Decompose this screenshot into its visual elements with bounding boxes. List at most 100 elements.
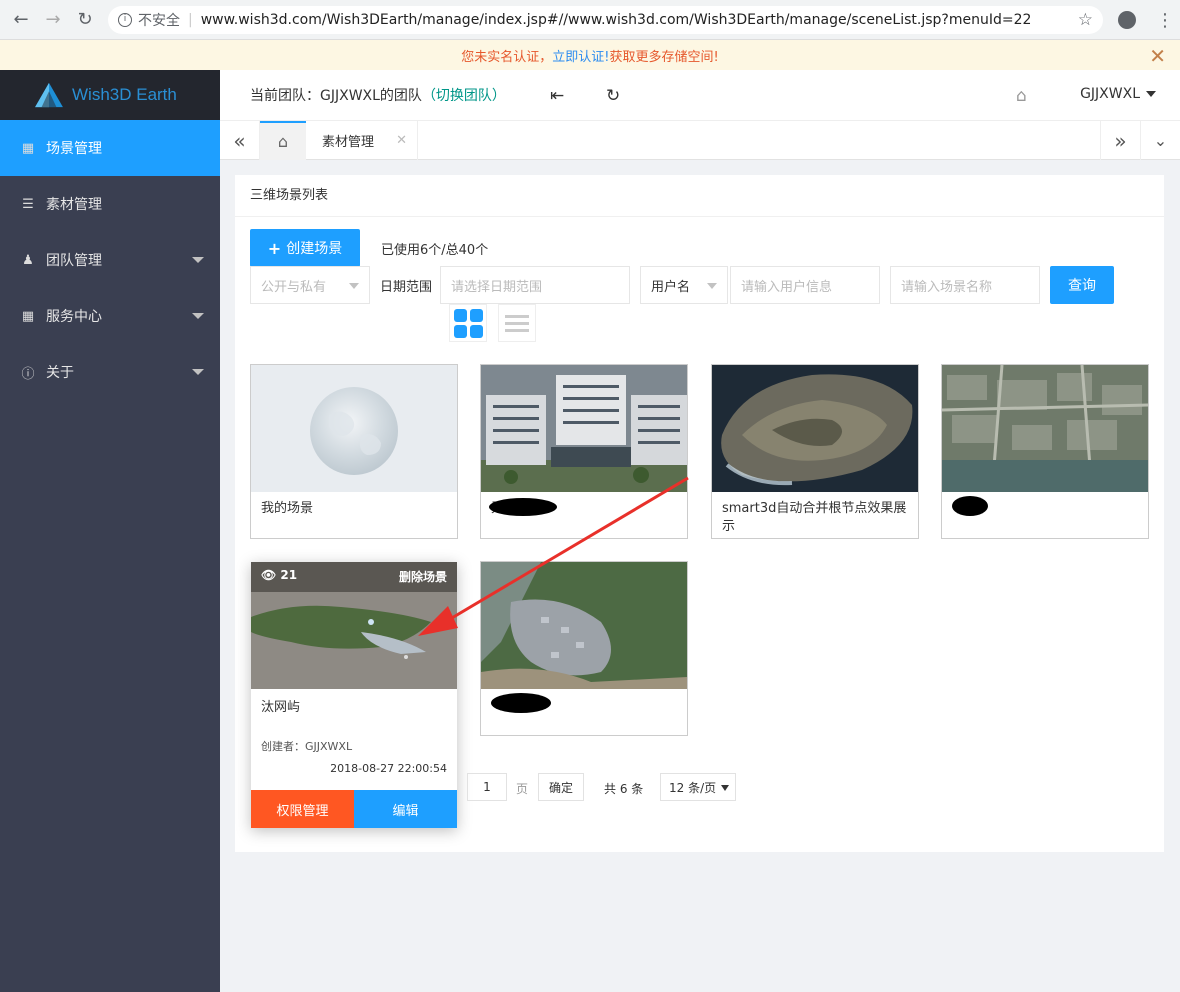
scene-name-input[interactable]: 请输入场景名称 (890, 266, 1040, 304)
address-bar[interactable]: i 不安全 | www.wish3d.com/Wish3DEarth/manag… (108, 6, 1103, 34)
date-range-placeholder: 请选择日期范围 (451, 279, 543, 295)
date-range-input[interactable]: 请选择日期范围 (440, 266, 630, 304)
permission-button[interactable]: 权限管理 (251, 790, 354, 828)
user-menu[interactable]: GJJXWXL (1080, 86, 1156, 102)
scene-card[interactable]: 无隐 (480, 364, 688, 539)
logo[interactable]: Wish3D Earth (0, 70, 220, 120)
scene-card[interactable]: 我的场景 (250, 364, 458, 539)
separator: | (188, 12, 193, 28)
verify-link[interactable]: 立即认证! (552, 46, 609, 65)
delete-scene-link[interactable]: 删除场景 (399, 568, 447, 585)
scene-name: 无隐 (481, 492, 687, 526)
visibility-select[interactable]: 公开与私有 (250, 266, 370, 304)
list-view-icon[interactable] (498, 304, 536, 342)
tab-label: 素材管理 (322, 135, 375, 150)
sidebar-item-service-center[interactable]: ▦ 服务中心 (0, 288, 220, 344)
scene-name (942, 492, 1148, 516)
forward-icon[interactable]: → (40, 7, 66, 33)
username: GJJXWXL (1080, 86, 1140, 102)
users-icon: ♟ (22, 252, 34, 268)
usage-text: 已使用6个/总40个 (381, 243, 489, 258)
info-icon: ⓘ (21, 366, 35, 382)
sidebar-item-label: 场景管理 (46, 141, 102, 157)
scroll-left-icon[interactable]: « (220, 121, 260, 160)
scene-thumbnail (942, 365, 1148, 493)
user-info-placeholder: 请输入用户信息 (741, 279, 833, 295)
scene-name (481, 689, 687, 713)
island-image (712, 365, 918, 492)
bookmark-star-icon[interactable]: ☆ (1078, 10, 1093, 30)
page-unit: 页 (516, 782, 529, 796)
security-label: 不安全 (138, 13, 180, 29)
tab-material-management[interactable]: 素材管理 ✕ (306, 121, 418, 160)
user-field-select[interactable]: 用户名 (640, 266, 728, 304)
chevron-down-icon (192, 257, 204, 263)
sidebar-item-label: 关于 (46, 365, 74, 381)
sidebar-item-team-management[interactable]: ♟ 团队管理 (0, 232, 220, 288)
url-text[interactable]: www.wish3d.com/Wish3DEarth/manage/index.… (201, 12, 1032, 28)
scene-card[interactable] (480, 561, 688, 736)
page-size-select[interactable]: 12 条/页 (660, 773, 736, 801)
profile-icon[interactable] (1118, 11, 1136, 29)
info-icon[interactable]: i (118, 13, 132, 27)
chevron-down-icon[interactable]: ⌄ (1140, 121, 1180, 160)
scene-name: 我的场景 (261, 501, 314, 516)
reload-icon[interactable]: ↻ (72, 7, 98, 33)
close-icon[interactable]: ✕ (1149, 44, 1166, 68)
scene-card[interactable] (941, 364, 1149, 539)
logo-icon (35, 82, 63, 108)
chevron-down-icon (707, 283, 717, 289)
scene-creator: 创建者：GJJXWXL (261, 740, 353, 753)
tab-bar: « ⌂ 素材管理 ✕ » ⌄ (220, 120, 1180, 160)
brand-name: Wish3D Earth (72, 85, 177, 104)
scene-thumbnail (481, 365, 687, 492)
browser-toolbar: ← → ↻ i 不安全 | www.wish3d.com/Wish3DEarth… (0, 0, 1180, 40)
redaction-mark (491, 693, 551, 713)
switch-team-link[interactable]: （切换团队） (422, 88, 506, 104)
sidebar-item-label: 素材管理 (46, 197, 102, 213)
close-icon[interactable]: ✕ (396, 133, 407, 148)
query-button[interactable]: 查询 (1050, 266, 1114, 304)
redaction-mark (952, 496, 988, 516)
building-icon: ▦ (21, 308, 35, 324)
sidebar-item-about[interactable]: ⓘ 关于 (0, 344, 220, 400)
home-icon[interactable]: ⌂ (1016, 86, 1027, 106)
create-scene-button[interactable]: + 创建场景 (250, 229, 360, 267)
city-aerial-image (942, 365, 1148, 493)
eye-icon: 👁 (261, 568, 277, 582)
scene-thumbnail (251, 365, 457, 492)
edit-button[interactable]: 编辑 (354, 790, 457, 828)
layers-icon: ☰ (22, 196, 34, 212)
scene-date: 2018-08-27 22:00:54 (330, 762, 447, 775)
caret-down-icon (721, 785, 729, 791)
back-icon[interactable]: ← (8, 7, 34, 33)
chevron-down-icon (192, 369, 204, 375)
sidebar: Wish3D Earth ▦ 场景管理 ☰ 素材管理 ♟ 团队管理 ▦ 服务中心… (0, 70, 220, 992)
home-tab-icon[interactable]: ⌂ (260, 121, 306, 160)
collapse-menu-icon[interactable]: ⇤ (550, 86, 564, 106)
scene-name: smart3d自动合并根节点效果展示 (722, 501, 907, 534)
river-town-image (481, 562, 687, 689)
grid-view-icon[interactable] (449, 304, 487, 342)
scroll-right-icon[interactable]: » (1100, 121, 1140, 160)
user-info-input[interactable]: 请输入用户信息 (730, 266, 880, 304)
chevron-down-icon (349, 283, 359, 289)
date-range-label: 日期范围 (380, 280, 433, 295)
page-size-value: 12 条/页 (669, 780, 717, 795)
scene-card-hovered[interactable]: 👁 21 删除场景 汰网屿 创建者：GJJXWXL 2018-08-27 22:… (251, 562, 457, 828)
more-menu-icon[interactable]: ⋮ (1150, 10, 1180, 31)
sidebar-item-scene-management[interactable]: ▦ 场景管理 (0, 120, 220, 176)
scene-thumbnail (712, 365, 918, 492)
sidebar-item-label: 服务中心 (46, 309, 102, 325)
team-label: 当前团队：GJJXWXL的团队 (250, 88, 422, 104)
refresh-icon[interactable]: ↻ (606, 86, 620, 106)
sidebar-item-material-management[interactable]: ☰ 素材管理 (0, 176, 220, 232)
scene-card[interactable]: smart3d自动合并根节点效果展示 (711, 364, 919, 539)
visibility-placeholder: 公开与私有 (261, 279, 327, 295)
notice-text: 您未实名认证， (461, 49, 553, 65)
page-confirm-button[interactable]: 确定 (538, 773, 584, 801)
scene-thumbnail: 👁 21 删除场景 (251, 562, 457, 689)
header: 当前团队：GJJXWXL的团队（切换团队） ⇤ ↻ ⌂ GJJXWXL (220, 70, 1180, 120)
create-scene-label: 创建场景 (286, 241, 343, 257)
page-number-input[interactable]: 1 (467, 773, 507, 801)
